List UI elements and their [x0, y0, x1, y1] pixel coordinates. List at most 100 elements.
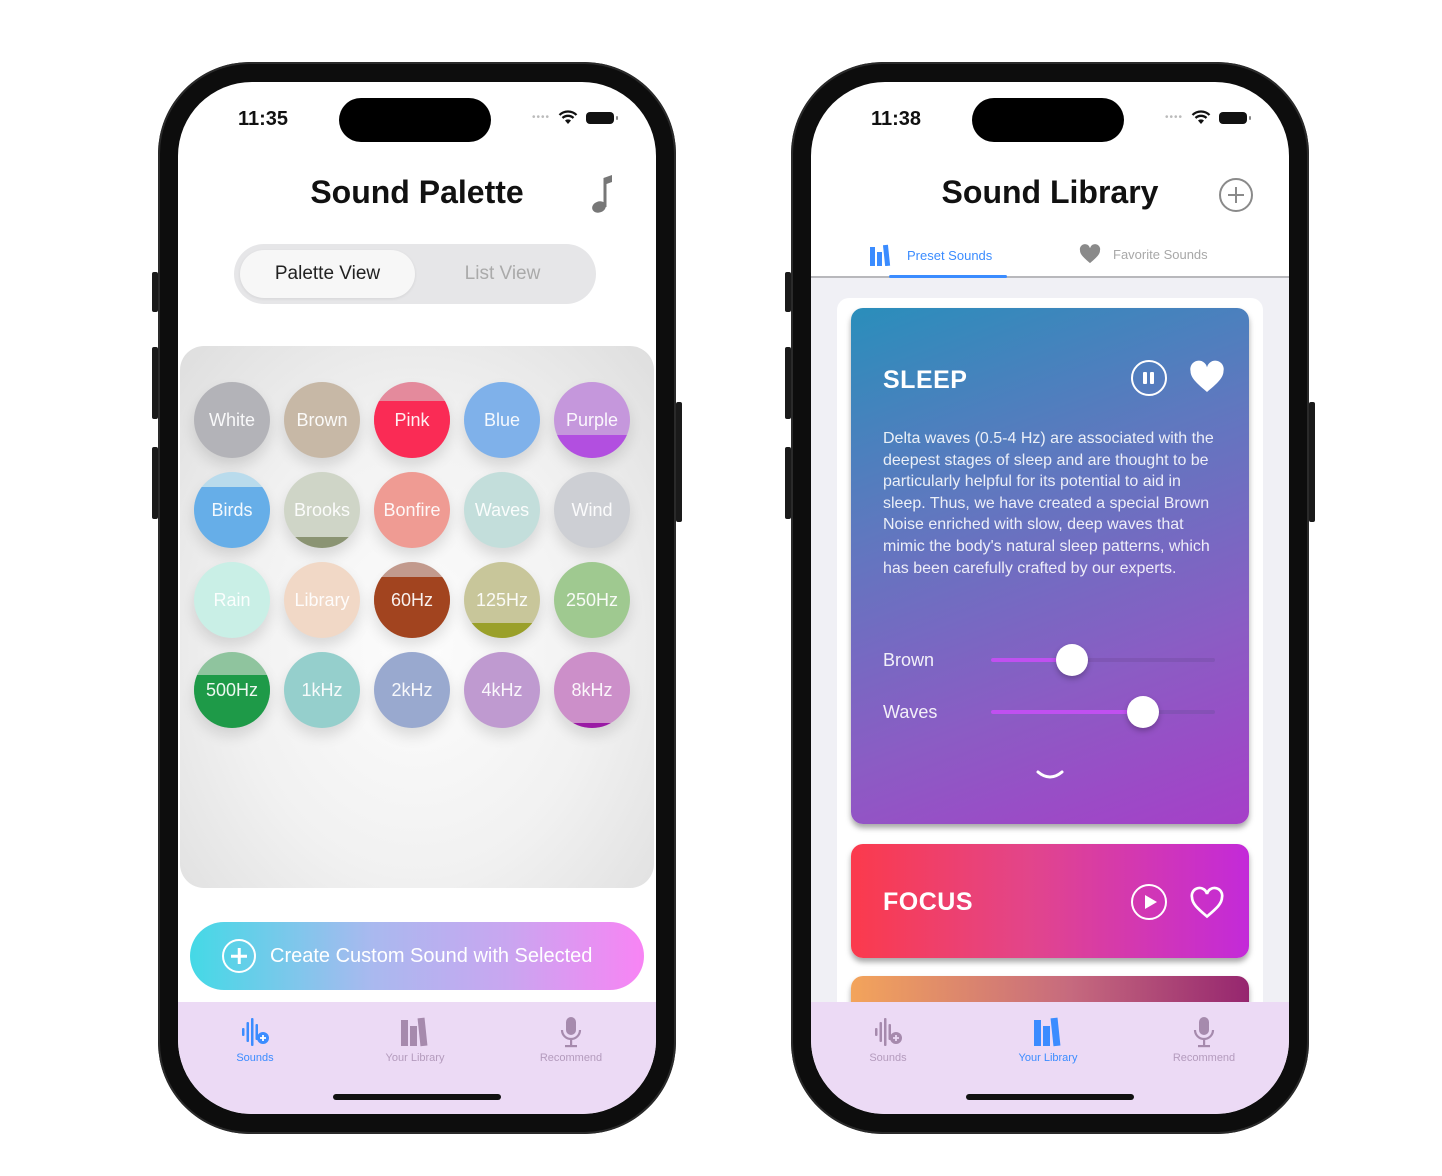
status-time: 11:38	[871, 108, 922, 130]
tab-sounds[interactable]: Sounds	[823, 1014, 953, 1064]
sound-level-fill	[464, 622, 540, 638]
sound-circle-birds[interactable]: Birds	[194, 472, 270, 548]
tab-bar: Sounds Your Library Recommend	[178, 1002, 656, 1114]
tab-preset-sounds[interactable]: Preset Sounds	[869, 244, 992, 266]
tab-label-sounds: Sounds	[236, 1052, 274, 1064]
sound-circle-rain[interactable]: Rain	[194, 562, 270, 638]
sound-circle-2khz[interactable]: 2kHz	[374, 652, 450, 728]
slider-thumb[interactable]	[1127, 696, 1160, 728]
dynamic-island	[972, 98, 1124, 142]
slider-fill	[991, 710, 1144, 714]
music-note-icon[interactable]	[590, 174, 618, 214]
action-button	[152, 272, 158, 312]
sound-circle-bonfire[interactable]: Bonfire	[374, 472, 450, 548]
sound-circle-8khz[interactable]: 8kHz	[554, 652, 630, 728]
sound-circle-label: 60Hz	[390, 589, 434, 610]
status-icons: ••••	[1164, 110, 1251, 125]
pause-circle-icon[interactable]	[1131, 360, 1167, 396]
power-button	[1309, 402, 1315, 522]
sound-circle-library[interactable]: Library	[284, 562, 360, 638]
tab-recommend[interactable]: Recommend	[506, 1014, 636, 1064]
sound-circle-label: Waves	[474, 499, 530, 520]
add-circle-icon[interactable]	[1219, 178, 1253, 212]
volume-up-button	[785, 347, 791, 419]
sound-card-focus[interactable]: FOCUS	[851, 844, 1249, 958]
sound-circle-brooks[interactable]: Brooks	[284, 472, 360, 548]
play-circle-icon[interactable]	[1131, 884, 1167, 920]
slider-thumb[interactable]	[1055, 644, 1088, 676]
sound-circle-white[interactable]: White	[194, 382, 270, 458]
heart-icon	[1079, 244, 1101, 264]
sound-circle-label: 500Hz	[205, 679, 259, 700]
tab-bar: Sounds Your Library Recommend	[811, 1002, 1289, 1114]
brown-volume-slider[interactable]	[991, 644, 1215, 676]
sound-circle-label: Library	[294, 589, 350, 610]
action-button	[785, 272, 791, 312]
preset-sound-list: SLEEP Delta waves (0.5-4 Hz) are associa…	[837, 298, 1263, 1036]
sound-circle-label: Wind	[571, 499, 613, 520]
tab-sounds[interactable]: Sounds	[190, 1014, 320, 1064]
plus-circle-icon	[222, 939, 256, 973]
sound-circle-125hz[interactable]: 125Hz	[464, 562, 540, 638]
sound-circle-label: Brown	[296, 409, 348, 430]
sound-circle-label: 250Hz	[565, 589, 619, 610]
tab-label-recommend: Recommend	[1172, 1052, 1236, 1064]
sound-circle-label: Bonfire	[383, 499, 441, 520]
sound-circle-label: 4kHz	[481, 679, 523, 700]
sound-circle-1khz[interactable]: 1kHz	[284, 652, 360, 728]
books-icon	[1034, 1017, 1061, 1047]
volume-down-button	[152, 447, 158, 519]
chevron-down-icon[interactable]	[1035, 768, 1065, 782]
screen-sound-library: 11:38 •••• Sound Library Preset Sounds F…	[811, 82, 1289, 1114]
sound-circle-label: Brooks	[293, 499, 351, 520]
tab-recommend[interactable]: Recommend	[1139, 1014, 1269, 1064]
status-time: 11:35	[238, 108, 289, 130]
sound-circle-500hz[interactable]: 500Hz	[194, 652, 270, 728]
phone-left: 11:35 •••• Sound Palette Palette View Li…	[152, 62, 682, 1134]
card-description: Delta waves (0.5-4 Hz) are associated wi…	[883, 430, 1214, 577]
signal-icon: ••••	[1164, 112, 1183, 123]
card-title: FOCUS	[883, 888, 973, 916]
wifi-icon	[1191, 110, 1211, 124]
waveform-add-icon	[242, 1018, 269, 1046]
phone-right: 11:38 •••• Sound Library Preset Sounds F…	[785, 62, 1315, 1134]
microphone-icon	[560, 1017, 582, 1048]
tab-label-favorite-sounds: Favorite Sounds	[1113, 246, 1208, 262]
create-custom-sound-button[interactable]: Create Custom Sound with Selected	[190, 922, 644, 990]
sound-circle-waves[interactable]: Waves	[464, 472, 540, 548]
waves-volume-slider[interactable]	[991, 696, 1215, 728]
wifi-icon	[558, 110, 578, 124]
sound-circle-label: 1kHz	[301, 679, 343, 700]
tab-your-library[interactable]: Your Library	[983, 1014, 1113, 1064]
battery-icon	[586, 111, 618, 124]
segment-list-view[interactable]: List View	[415, 250, 590, 298]
dynamic-island	[339, 98, 491, 142]
home-indicator	[966, 1094, 1134, 1100]
sound-circle-60hz[interactable]: 60Hz	[374, 562, 450, 638]
volume-down-button	[785, 447, 791, 519]
sound-circle-blue[interactable]: Blue	[464, 382, 540, 458]
sound-level-fill	[284, 536, 360, 548]
sound-palette-panel: White Brown Pink Blue Purple Birds Brooks Bonfi…	[180, 346, 654, 888]
tab-label-recommend: Recommend	[539, 1052, 603, 1064]
sound-circle-wind[interactable]: Wind	[554, 472, 630, 548]
heart-filled-icon[interactable]	[1189, 360, 1225, 394]
segment-palette-view[interactable]: Palette View	[240, 250, 415, 298]
sound-circle-250hz[interactable]: 250Hz	[554, 562, 630, 638]
tab-your-library[interactable]: Your Library	[350, 1014, 480, 1064]
sound-circle-brown[interactable]: Brown	[284, 382, 360, 458]
sound-circle-purple[interactable]: Purple	[554, 382, 630, 458]
sound-circle-label: Birds	[211, 499, 253, 520]
sound-circle-pink[interactable]: Pink	[374, 382, 450, 458]
sound-circle-label: 125Hz	[475, 589, 529, 610]
sound-circle-grid: White Brown Pink Blue Purple Birds Brooks Bonfi…	[194, 382, 630, 728]
microphone-icon	[1193, 1017, 1215, 1048]
power-button	[676, 402, 682, 522]
sound-circle-4khz[interactable]: 4kHz	[464, 652, 540, 728]
tab-favorite-sounds[interactable]: Favorite Sounds	[1079, 244, 1208, 264]
tab-label-your-library: Your Library	[1018, 1052, 1078, 1064]
sound-card-sleep[interactable]: SLEEP Delta waves (0.5-4 Hz) are associa…	[851, 308, 1249, 824]
heart-outline-icon[interactable]	[1189, 886, 1225, 920]
sound-circle-label: 8kHz	[571, 679, 613, 700]
sound-circle-label: White	[208, 409, 255, 430]
